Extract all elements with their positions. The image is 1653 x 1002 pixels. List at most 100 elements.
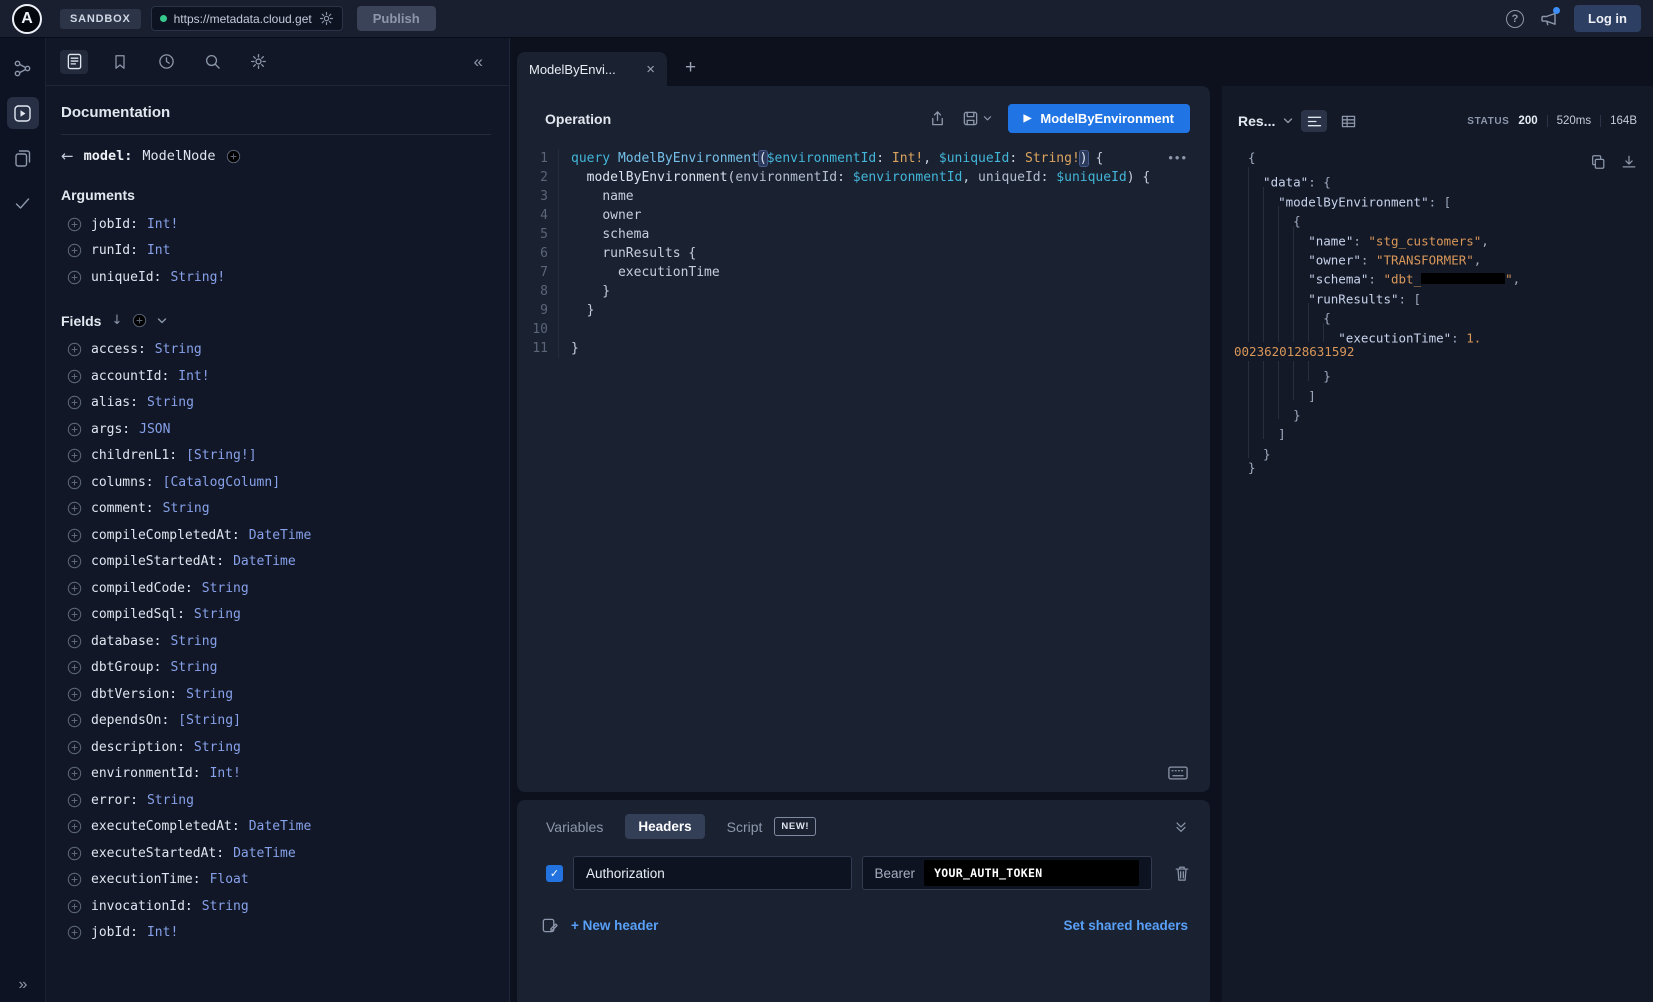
field-name[interactable]: dbtGroup:: [91, 660, 161, 675]
field-name[interactable]: compiledSql:: [91, 607, 185, 622]
doc-field-row[interactable]: compileStartedAt:DateTime: [61, 549, 491, 576]
field-type[interactable]: Float: [210, 872, 249, 887]
field-type[interactable]: String: [170, 660, 217, 675]
header-enabled-checkbox[interactable]: ✓: [546, 865, 563, 882]
field-name[interactable]: access:: [91, 342, 146, 357]
field-type[interactable]: [CatalogColumn]: [163, 475, 280, 490]
field-type[interactable]: DateTime: [233, 846, 296, 861]
doc-field-row[interactable]: dependsOn: [String]: [61, 708, 491, 735]
doc-field-row[interactable]: error: String: [61, 787, 491, 814]
apollo-logo[interactable]: A: [12, 4, 42, 34]
close-tab-icon[interactable]: ×: [646, 61, 655, 78]
keyboard-shortcuts-icon[interactable]: [1168, 766, 1188, 780]
add-field-to-query-icon[interactable]: [67, 581, 82, 596]
doc-field-row[interactable]: uniqueId:String!: [61, 264, 491, 291]
field-type[interactable]: String: [194, 740, 241, 755]
doc-field-row[interactable]: columns: [CatalogColumn]: [61, 469, 491, 496]
add-type-icon[interactable]: [226, 149, 241, 164]
add-field-to-query-icon[interactable]: [67, 660, 82, 675]
run-operation-button[interactable]: ▶ ModelByEnvironment: [1008, 104, 1190, 133]
doc-field-row[interactable]: access: String: [61, 337, 491, 364]
tab-documentation[interactable]: [60, 50, 88, 74]
add-field-to-query-icon[interactable]: [67, 422, 82, 437]
field-name[interactable]: alias:: [91, 395, 138, 410]
publish-button[interactable]: Publish: [357, 6, 436, 31]
doc-field-row[interactable]: accountId:Int!: [61, 363, 491, 390]
add-field-to-query-icon[interactable]: [67, 342, 82, 357]
tab-settings[interactable]: [244, 50, 272, 74]
copy-response-icon[interactable]: [1590, 154, 1606, 170]
add-field-to-query-icon[interactable]: [67, 475, 82, 490]
field-name[interactable]: description:: [91, 740, 185, 755]
field-type[interactable]: String: [147, 793, 194, 808]
field-type[interactable]: String: [163, 501, 210, 516]
field-type[interactable]: Int!: [147, 925, 178, 940]
field-type[interactable]: Int!: [210, 766, 241, 781]
field-type[interactable]: String!: [170, 270, 225, 285]
field-name[interactable]: columns:: [91, 475, 154, 490]
doc-field-row[interactable]: database: String: [61, 628, 491, 655]
field-name[interactable]: environmentId:: [91, 766, 201, 781]
sidebar-item-collections[interactable]: [7, 142, 39, 174]
new-header-button[interactable]: + New header: [571, 918, 658, 933]
field-type[interactable]: String: [202, 581, 249, 596]
doc-field-row[interactable]: executeStartedAt: DateTime: [61, 840, 491, 867]
field-type[interactable]: String: [186, 687, 233, 702]
field-name[interactable]: executeStartedAt:: [91, 846, 224, 861]
field-type[interactable]: String: [194, 607, 241, 622]
field-name[interactable]: compiledCode:: [91, 581, 193, 596]
login-button[interactable]: Log in: [1574, 5, 1641, 32]
field-name[interactable]: executeCompletedAt:: [91, 819, 240, 834]
field-type[interactable]: String: [155, 342, 202, 357]
endpoint-url-field[interactable]: https://metadata.cloud.get: [151, 6, 343, 31]
field-name[interactable]: dependsOn:: [91, 713, 169, 728]
sidebar-item-checklist[interactable]: [7, 187, 39, 219]
endpoint-url-text[interactable]: https://metadata.cloud.get: [174, 12, 312, 26]
field-type[interactable]: [String!]: [186, 448, 256, 463]
field-type[interactable]: Int: [147, 243, 170, 258]
back-arrow-icon[interactable]: ←: [61, 147, 74, 165]
field-type[interactable]: String: [202, 899, 249, 914]
endpoint-settings-icon[interactable]: [319, 11, 334, 26]
add-field-to-query-icon[interactable]: [67, 243, 82, 258]
add-field-to-query-icon[interactable]: [67, 528, 82, 543]
field-name[interactable]: executionTime:: [91, 872, 201, 887]
add-field-to-query-icon[interactable]: [67, 501, 82, 516]
tab-headers[interactable]: Headers: [625, 814, 704, 839]
share-operation-icon[interactable]: [929, 110, 946, 127]
field-type[interactable]: String: [147, 395, 194, 410]
field-type[interactable]: Int!: [147, 217, 178, 232]
field-type[interactable]: [String]: [178, 713, 241, 728]
field-name[interactable]: jobId:: [91, 925, 138, 940]
field-name[interactable]: database:: [91, 634, 161, 649]
field-name[interactable]: jobId:: [91, 217, 138, 232]
doc-field-row[interactable]: invocationId: String: [61, 893, 491, 920]
add-field-to-query-icon[interactable]: [67, 740, 82, 755]
chevron-down-icon[interactable]: [157, 317, 167, 325]
sort-fields-icon[interactable]: ↓: [111, 313, 122, 328]
field-type[interactable]: String: [170, 634, 217, 649]
doc-field-row[interactable]: compiledSql: String: [61, 602, 491, 629]
add-field-to-query-icon[interactable]: [67, 395, 82, 410]
field-name[interactable]: dbtVersion:: [91, 687, 177, 702]
response-json[interactable]: {"data": {"modelByEnvironment": [{"name"…: [1248, 148, 1653, 478]
field-name[interactable]: invocationId:: [91, 899, 193, 914]
add-field-to-query-icon[interactable]: [67, 925, 82, 940]
set-shared-headers-link[interactable]: Set shared headers: [1063, 918, 1188, 933]
field-name[interactable]: args:: [91, 422, 130, 437]
field-name[interactable]: compileStartedAt:: [91, 554, 224, 569]
add-all-fields-icon[interactable]: [132, 313, 147, 328]
field-name[interactable]: accountId:: [91, 369, 169, 384]
field-name[interactable]: error:: [91, 793, 138, 808]
download-response-icon[interactable]: [1621, 154, 1637, 170]
field-type[interactable]: DateTime: [249, 819, 312, 834]
add-field-to-query-icon[interactable]: [67, 766, 82, 781]
doc-field-row[interactable]: executionTime: Float: [61, 867, 491, 894]
add-field-to-query-icon[interactable]: [67, 554, 82, 569]
add-field-to-query-icon[interactable]: [67, 634, 82, 649]
doc-field-row[interactable]: dbtGroup: String: [61, 655, 491, 682]
add-field-to-query-icon[interactable]: [67, 448, 82, 463]
new-tab-button[interactable]: +: [685, 57, 696, 79]
doc-field-row[interactable]: runId:Int: [61, 238, 491, 265]
save-operation-button[interactable]: [962, 110, 992, 127]
